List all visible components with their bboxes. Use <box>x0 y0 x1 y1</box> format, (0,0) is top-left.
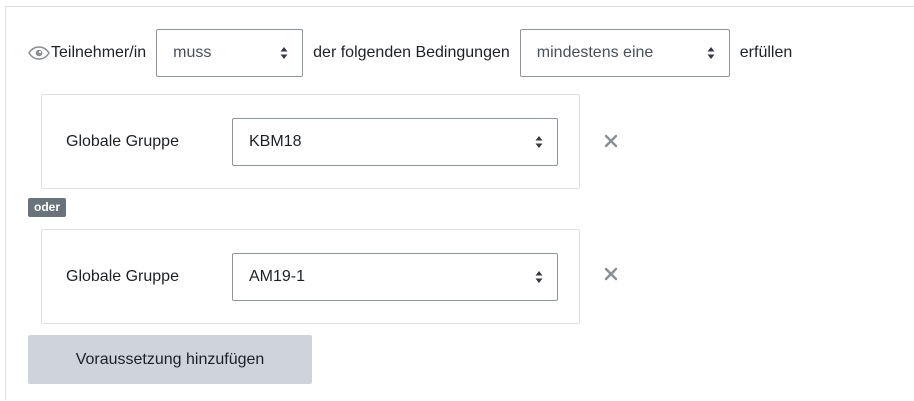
participant-label: Teilnehmer/in <box>51 44 147 61</box>
sort-caret-icon <box>535 271 543 283</box>
group-select-value: KBM18 <box>249 133 302 150</box>
sort-caret-icon <box>280 47 288 59</box>
condition-box: Globale Gruppe KBM18 <box>41 94 580 189</box>
group-select[interactable]: AM19-1 <box>232 253 558 301</box>
sort-caret-icon <box>535 136 543 148</box>
group-select-value: AM19-1 <box>249 268 306 285</box>
close-icon[interactable] <box>600 130 622 152</box>
eye-icon[interactable] <box>28 46 50 60</box>
match-mode-select[interactable]: mindestens eine <box>519 29 730 77</box>
conditions-label: der folgenden Bedingungen <box>313 44 510 61</box>
must-select[interactable]: muss <box>156 29 304 77</box>
connector-badge: oder <box>28 198 67 217</box>
fulfil-label: erfüllen <box>739 44 793 61</box>
match-mode-value: mindestens eine <box>536 44 654 61</box>
condition-type-label: Globale Gruppe <box>66 132 179 150</box>
must-select-value: muss <box>173 44 212 61</box>
add-restriction-button[interactable]: Voraussetzung hinzufügen <box>28 335 312 384</box>
sort-caret-icon <box>707 47 715 59</box>
condition-type-label: Globale Gruppe <box>66 267 179 285</box>
group-select[interactable]: KBM18 <box>232 118 558 166</box>
condition-header: Teilnehmer/in muss der folgenden Bedingu… <box>28 28 792 78</box>
condition-box: Globale Gruppe AM19-1 <box>41 229 580 324</box>
close-icon[interactable] <box>600 263 622 285</box>
